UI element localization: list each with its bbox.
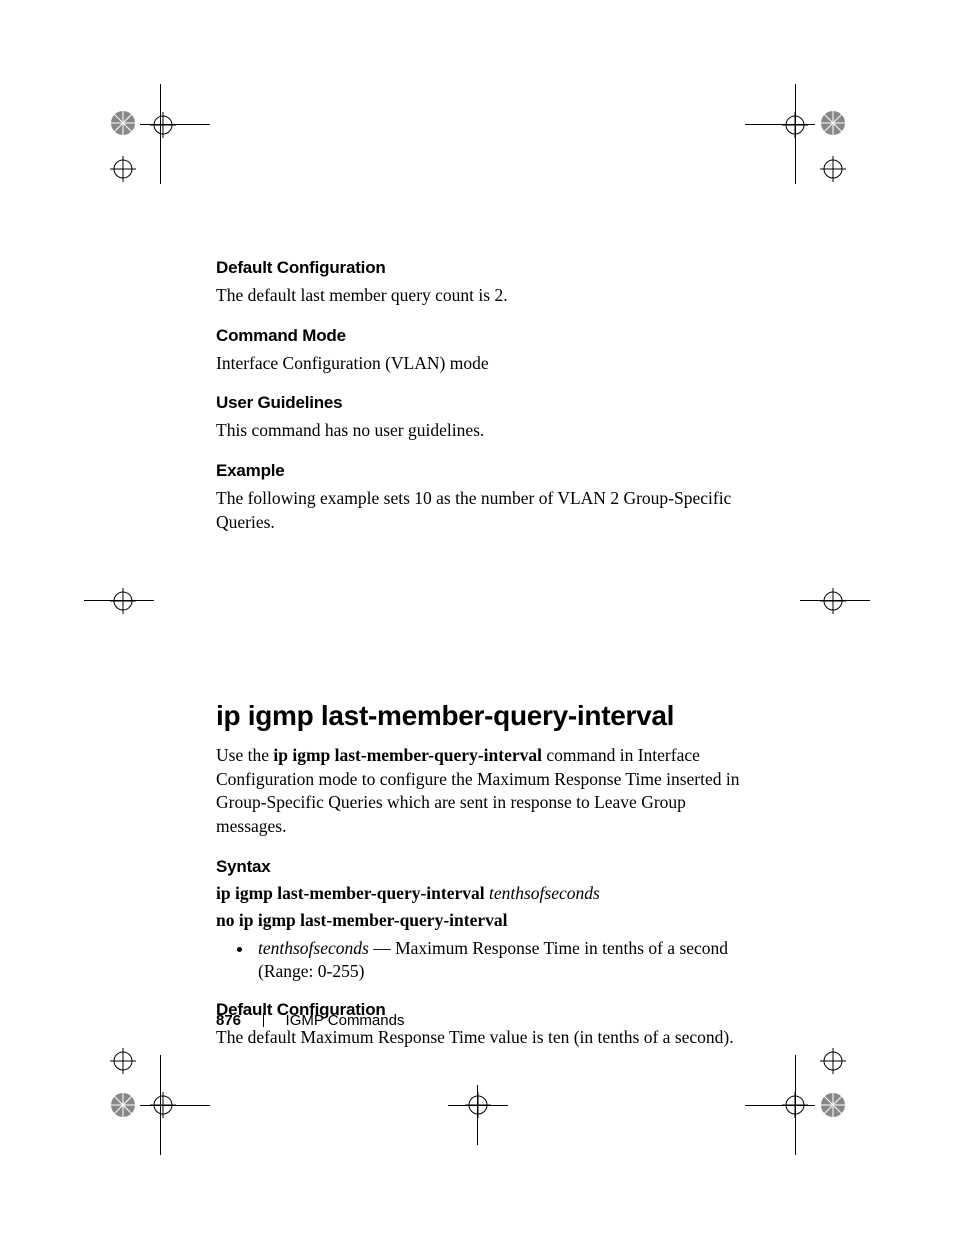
command-desc-bold: ip igmp last-member-query-interval <box>273 745 542 765</box>
text-default-configuration-1: The default last member query count is 2… <box>216 284 756 308</box>
registration-mark-icon <box>110 156 136 182</box>
syntax-line1-ital: tenthsofseconds <box>489 883 600 903</box>
footer-section: IGMP Commands <box>286 1012 405 1029</box>
registration-mark-icon <box>820 588 846 614</box>
registration-mark-icon <box>782 112 808 138</box>
registration-mark-icon <box>110 588 136 614</box>
sunburst-icon <box>818 1090 848 1120</box>
registration-mark-icon <box>465 1092 491 1118</box>
command-description: Use the ip igmp last-member-query-interv… <box>216 744 756 839</box>
registration-mark-icon <box>150 112 176 138</box>
command-title: ip igmp last-member-query-interval <box>216 700 756 732</box>
syntax-bullet-ital: tenthsofseconds <box>258 938 369 958</box>
command-desc-pre: Use the <box>216 745 273 765</box>
heading-user-guidelines: User Guidelines <box>216 393 756 413</box>
registration-mark-icon <box>820 156 846 182</box>
syntax-bullet-item: tenthsofseconds — Maximum Response Time … <box>254 937 756 984</box>
footer-separator <box>263 1013 264 1027</box>
page: Default Configuration The default last m… <box>0 0 954 1235</box>
registration-mark-icon <box>782 1092 808 1118</box>
heading-default-configuration-1: Default Configuration <box>216 258 756 278</box>
text-user-guidelines: This command has no user guidelines. <box>216 419 756 443</box>
registration-mark-icon <box>820 1048 846 1074</box>
sunburst-icon <box>108 1090 138 1120</box>
text-command-mode: Interface Configuration (VLAN) mode <box>216 352 756 376</box>
registration-mark-icon <box>150 1092 176 1118</box>
sunburst-icon <box>108 108 138 138</box>
syntax-line-1: ip igmp last-member-query-interval tenth… <box>216 883 756 904</box>
syntax-line2-bold: no ip igmp last-member-query-interval <box>216 910 507 930</box>
syntax-line-2: no ip igmp last-member-query-interval <box>216 910 756 931</box>
heading-command-mode: Command Mode <box>216 326 756 346</box>
heading-example: Example <box>216 461 756 481</box>
content-area: Default Configuration The default last m… <box>216 258 756 1068</box>
heading-syntax: Syntax <box>216 857 756 877</box>
page-number: 876 <box>216 1012 241 1029</box>
sunburst-icon <box>818 108 848 138</box>
page-footer: 876 IGMP Commands <box>216 1012 404 1030</box>
syntax-line1-bold: ip igmp last-member-query-interval <box>216 883 485 903</box>
syntax-bullet-list: tenthsofseconds — Maximum Response Time … <box>216 937 756 984</box>
registration-mark-icon <box>110 1048 136 1074</box>
text-example: The following example sets 10 as the num… <box>216 487 756 534</box>
